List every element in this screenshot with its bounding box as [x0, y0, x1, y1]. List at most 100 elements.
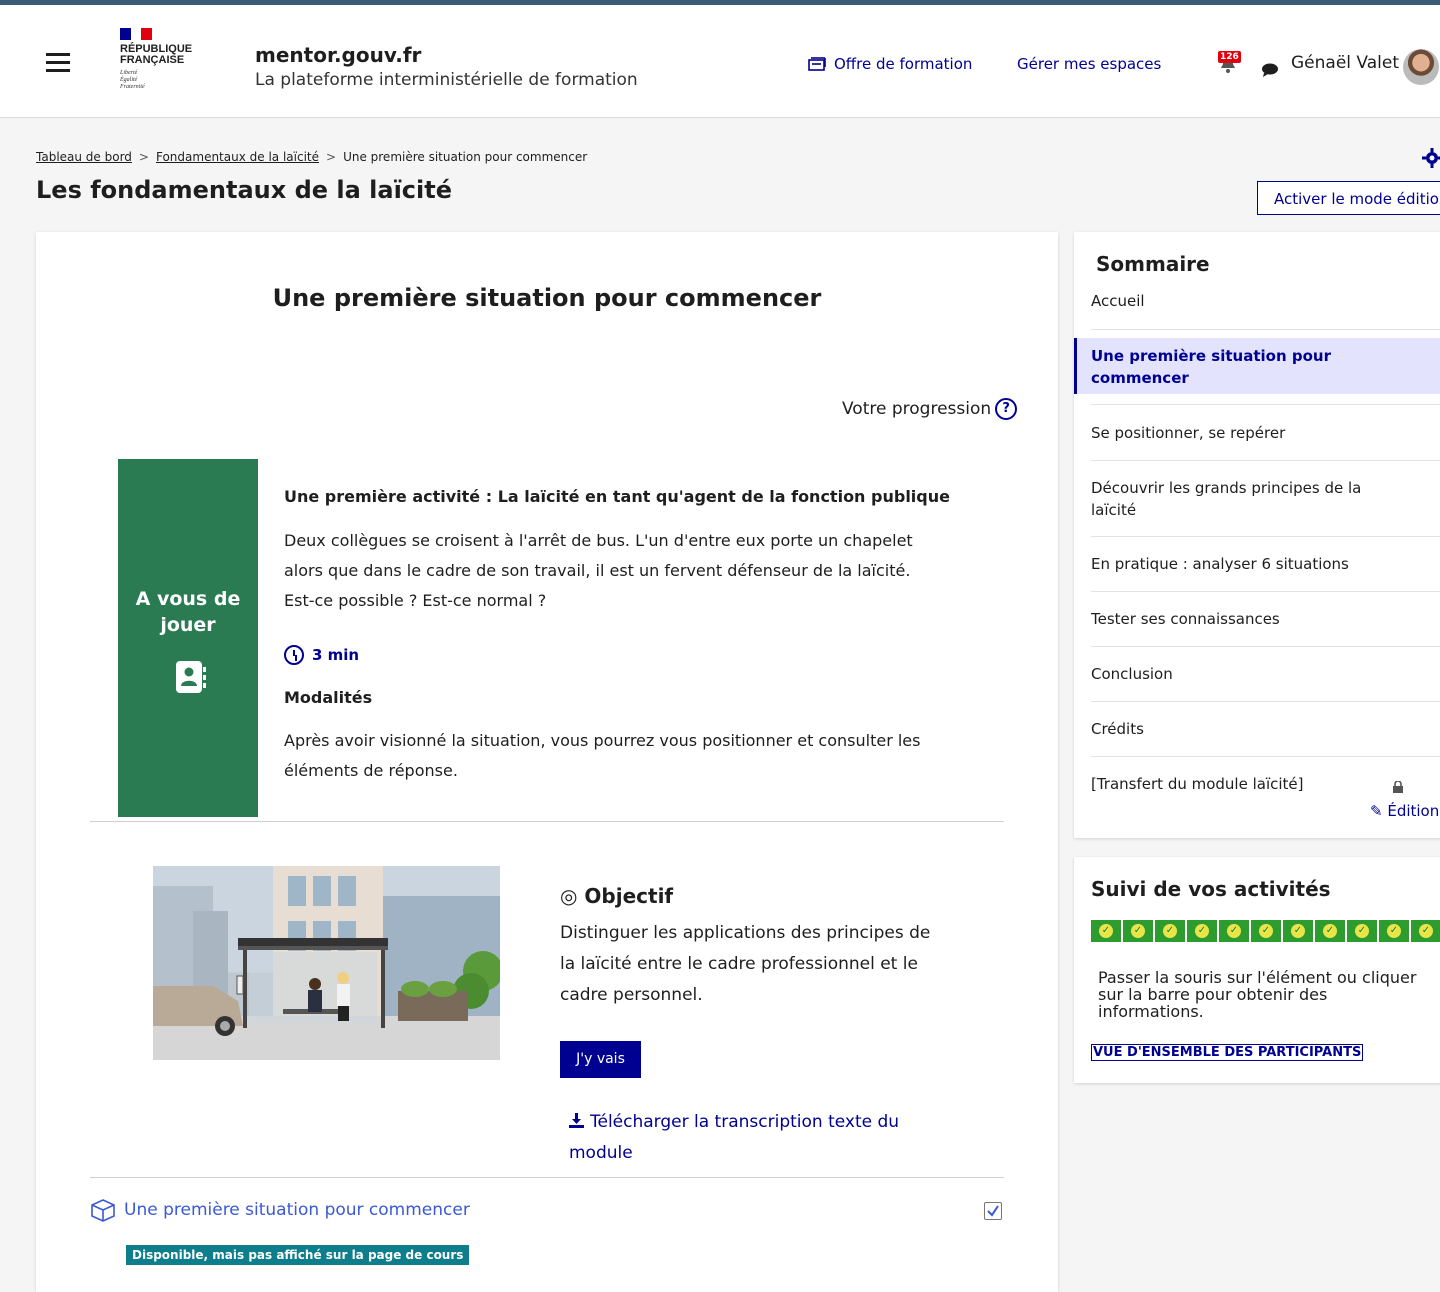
divider	[1091, 591, 1440, 592]
progress-label: Votre progression	[842, 399, 992, 419]
sommaire-title: Sommaire	[1096, 252, 1210, 276]
nav-offre-label: Offre de formation	[834, 55, 973, 73]
sommaire-item-grands-principes[interactable]: Découvrir les grands principes de la laï…	[1091, 477, 1391, 521]
completion-cell[interactable]: ✓	[1411, 920, 1440, 942]
bus-stop-illustration	[153, 866, 500, 1060]
check-icon: ✓	[1259, 924, 1273, 938]
sommaire-item-credits[interactable]: Crédits	[1091, 718, 1437, 740]
devise: Liberté Égalité Fraternité	[120, 70, 210, 91]
republique-francaise-logo[interactable]: RÉPUBLIQUE FRANÇAISE Liberté Égalité Fra…	[120, 28, 210, 91]
sommaire-item-en-pratique[interactable]: En pratique : analyser 6 situations	[1091, 553, 1437, 575]
logo-text: RÉPUBLIQUE FRANÇAISE	[120, 44, 210, 66]
modalites-title: Modalités	[284, 688, 373, 707]
divider	[90, 821, 1004, 822]
site-subtitle: La plateforme interministérielle de form…	[255, 70, 638, 90]
completion-checkbox[interactable]	[984, 1202, 1002, 1220]
objectif-description: Distinguer les applications des principe…	[560, 923, 931, 1005]
clock-icon	[284, 645, 304, 665]
completion-cell[interactable]: ✓	[1283, 920, 1313, 942]
sommaire-item-premiere-situation[interactable]: Une première situation pour commencer	[1091, 345, 1331, 389]
overview-participants-link[interactable]: VUE D'ENSEMBLE DES PARTICIPANTS	[1091, 1044, 1364, 1061]
notifications-count-badge: 126	[1218, 51, 1241, 63]
gear-icon[interactable]	[1422, 148, 1440, 168]
activity-type-label: A vous de jouer	[135, 588, 241, 636]
breadcrumb-separator: >	[138, 150, 149, 164]
package-icon	[91, 1199, 115, 1222]
page-title: Les fondamentaux de la laïcité	[36, 176, 453, 204]
completion-cell[interactable]: ✓	[1219, 920, 1249, 942]
activity-title: Une première activité : La laïcité en ta…	[284, 487, 950, 506]
completion-cell[interactable]: ✓	[1379, 920, 1409, 942]
check-icon: ✓	[1131, 924, 1145, 938]
course-section-panel: Une première situation pour commencer Vo…	[36, 232, 1058, 1292]
completion-cell[interactable]: ✓	[1347, 920, 1377, 942]
nav-offre-de-formation[interactable]: Offre de formation	[808, 55, 972, 73]
menu-icon[interactable]	[46, 53, 70, 73]
check-icon: ✓	[1323, 924, 1337, 938]
completion-cell[interactable]: ✓	[1187, 920, 1217, 942]
divider	[1091, 460, 1440, 461]
sommaire-item-tester[interactable]: Tester ses connaissances	[1091, 608, 1437, 630]
activity-type-card: A vous de jouer	[118, 459, 258, 817]
completion-cell[interactable]: ✓	[1091, 920, 1121, 942]
site-header: RÉPUBLIQUE FRANÇAISE Liberté Égalité Fra…	[0, 5, 1440, 118]
user-name[interactable]: Génaël Valet	[1291, 53, 1399, 73]
download-link-label: Télécharger la transcription texte du mo…	[569, 1112, 900, 1163]
breadcrumb-separator: >	[326, 150, 337, 164]
duration-value: 3 min	[312, 646, 360, 664]
divider	[1091, 329, 1440, 330]
check-icon: ✓	[1099, 924, 1113, 938]
sommaire-item-se-positionner[interactable]: Se positionner, se repérer	[1091, 422, 1437, 444]
completion-cell[interactable]: ✓	[1315, 920, 1345, 942]
section-title: Une première situation pour commencer	[272, 284, 822, 312]
activity-link[interactable]: Une première situation pour commencer	[90, 1198, 470, 1222]
completion-cell[interactable]: ✓	[1251, 920, 1281, 942]
check-icon: ✓	[1163, 924, 1177, 938]
help-icon[interactable]: ?	[995, 398, 1018, 420]
jy-vais-button[interactable]: J'y vais	[560, 1041, 641, 1078]
divider	[1091, 404, 1440, 405]
suivi-help-text: Passer la souris sur l'élément ou clique…	[1098, 968, 1417, 1021]
download-transcription-link[interactable]: Télécharger la transcription texte du mo…	[569, 1107, 929, 1169]
check-icon: ✓	[1387, 924, 1401, 938]
contact-book-icon	[176, 661, 206, 693]
completion-cell[interactable]: ✓	[1155, 920, 1185, 942]
suivi-activites-panel: Suivi de vos activités ✓ ✓ ✓ ✓ ✓ ✓ ✓ ✓ ✓ ✓ ✓ Passe…	[1074, 857, 1440, 1083]
activate-edit-mode-button[interactable]: Activer le mode édition	[1257, 181, 1440, 215]
breadcrumb-course[interactable]: Fondamentaux de la laïcité	[156, 150, 319, 164]
sommaire-item-conclusion[interactable]: Conclusion	[1091, 663, 1437, 685]
divider	[1091, 701, 1440, 702]
devise-egalite: Égalité	[120, 77, 138, 83]
download-icon	[569, 1113, 584, 1128]
divider	[90, 1177, 1004, 1178]
breadcrumb-tableau-de-bord[interactable]: Tableau de bord	[36, 150, 132, 164]
availability-badge: Disponible, mais pas affiché sur la page…	[126, 1245, 470, 1265]
chat-bubble-icon[interactable]	[1262, 62, 1278, 77]
sommaire-item-transfert[interactable]: [Transfert du module laïcité]	[1091, 773, 1331, 795]
flag-icon	[120, 28, 153, 40]
divider	[1091, 536, 1440, 537]
edition-link[interactable]: ✎ Édition	[1370, 802, 1439, 820]
completion-cell[interactable]: ✓	[1123, 920, 1153, 942]
nav-gerer-mes-espaces[interactable]: Gérer mes espaces	[1017, 55, 1161, 73]
divider	[1091, 646, 1440, 647]
check-icon: ✓	[1355, 924, 1369, 938]
user-avatar[interactable]	[1403, 49, 1439, 85]
site-name[interactable]: mentor.gouv.fr	[255, 43, 421, 67]
lock-icon	[1392, 778, 1404, 793]
objectif-title: ◎ Objectif	[560, 884, 674, 908]
check-icon: ✓	[1195, 924, 1209, 938]
check-icon: ✓	[1291, 924, 1305, 938]
sommaire-item-accueil[interactable]: Accueil	[1091, 290, 1437, 312]
activity-description: Deux collègues se croisent à l'arrêt de …	[284, 531, 913, 610]
sommaire-panel: Sommaire Accueil Une première situation …	[1074, 232, 1440, 838]
activity-completion-bar[interactable]: ✓ ✓ ✓ ✓ ✓ ✓ ✓ ✓ ✓ ✓ ✓	[1091, 920, 1440, 942]
catalog-icon	[808, 57, 826, 71]
breadcrumb-current: Une première situation pour commencer	[343, 150, 588, 164]
modalites-description: Après avoir visionné la situation, vous …	[284, 731, 921, 780]
notifications-bell-icon[interactable]: 126	[1218, 51, 1241, 73]
divider	[1091, 756, 1440, 757]
check-icon: ✓	[1419, 924, 1433, 938]
activity-link-label: Une première situation pour commencer	[124, 1200, 470, 1220]
check-icon: ✓	[1227, 924, 1241, 938]
